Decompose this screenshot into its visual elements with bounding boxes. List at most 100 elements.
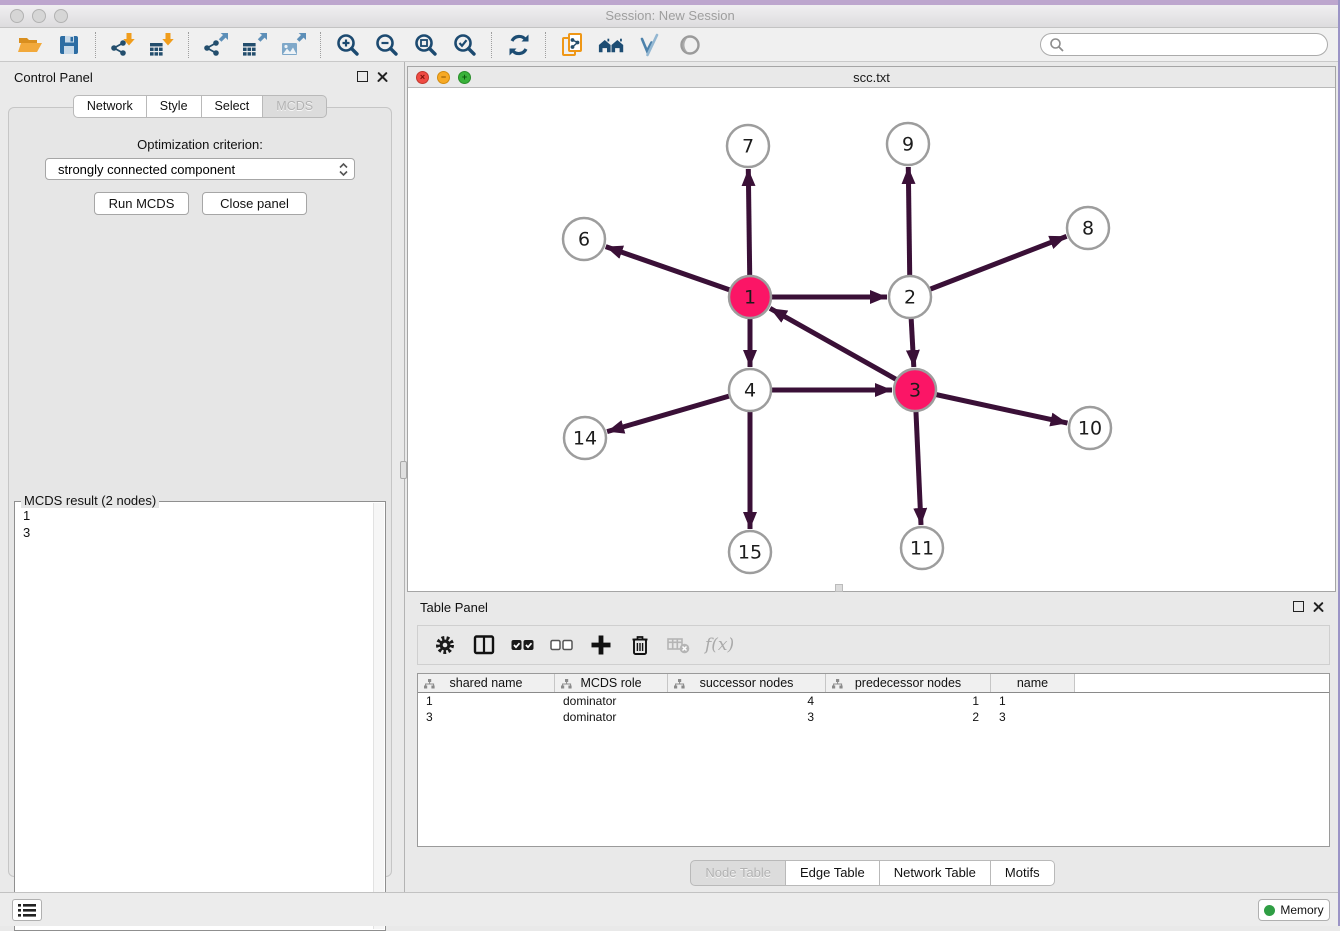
- save-session-icon[interactable]: [55, 31, 82, 58]
- column-header-predecessor-nodes[interactable]: predecessor nodes: [826, 674, 991, 692]
- import-table-icon[interactable]: [148, 31, 175, 58]
- zoom-out-icon[interactable]: [373, 31, 400, 58]
- tab-mcds[interactable]: MCDS: [263, 95, 327, 118]
- window-frame-top: [0, 0, 1340, 5]
- import-network-icon[interactable]: [109, 31, 136, 58]
- column-header-successor-nodes[interactable]: successor nodes: [668, 674, 826, 692]
- home-icon[interactable]: [598, 31, 625, 58]
- float-panel-icon[interactable]: [1293, 601, 1304, 612]
- node-label-3: 3: [909, 380, 921, 402]
- node-label-11: 11: [910, 538, 934, 560]
- column-header-shared-name[interactable]: shared name: [418, 674, 555, 692]
- tab-network[interactable]: Network: [73, 95, 147, 118]
- zoom-selected-icon[interactable]: [451, 31, 478, 58]
- export-table-icon[interactable]: [241, 31, 268, 58]
- divider-grip[interactable]: [400, 461, 407, 479]
- refresh-icon[interactable]: [505, 31, 532, 58]
- tab-motifs[interactable]: Motifs: [991, 860, 1055, 886]
- titlebar: Session: New Session: [0, 5, 1340, 28]
- add-column-icon[interactable]: [588, 633, 614, 657]
- fx-label: f(x): [705, 635, 734, 655]
- deselect-all-icon[interactable]: [549, 633, 575, 657]
- close-panel-icon[interactable]: [377, 71, 388, 82]
- toolbar-separator: [188, 32, 189, 58]
- eye-icon[interactable]: [676, 31, 703, 58]
- memory-label: Memory: [1280, 903, 1323, 917]
- memory-button[interactable]: Memory: [1258, 899, 1330, 921]
- split-panel-icon[interactable]: [471, 633, 497, 657]
- network-overview-icon[interactable]: [559, 31, 586, 58]
- task-list-button[interactable]: [12, 899, 42, 921]
- cell-1-mcds-role[interactable]: dominator: [555, 710, 668, 724]
- node-label-2: 2: [904, 287, 916, 309]
- status-bar: Memory: [0, 892, 1340, 926]
- memory-status-icon: [1264, 905, 1275, 916]
- edge-1-6[interactable]: [606, 247, 750, 297]
- result-scrollbar[interactable]: [373, 503, 384, 929]
- network-window-title: scc.txt: [408, 70, 1335, 85]
- table-panel: Table Panel: [407, 592, 1338, 892]
- cell-0-mcds-role[interactable]: dominator: [555, 694, 668, 708]
- tab-select[interactable]: Select: [202, 95, 264, 118]
- cell-0-successor-nodes[interactable]: 4: [668, 694, 826, 708]
- optimization-criterion-label: Optimization criterion:: [0, 137, 400, 152]
- style-icon[interactable]: [637, 31, 664, 58]
- cell-0-shared-name[interactable]: 1: [418, 694, 555, 708]
- gear-icon[interactable]: [432, 633, 458, 657]
- table-row[interactable]: 3dominator323: [418, 709, 1329, 725]
- export-network-icon[interactable]: [202, 31, 229, 58]
- function-builder-icon[interactable]: f(x): [705, 633, 734, 657]
- window-title: Session: New Session: [0, 8, 1340, 23]
- edge-3-1[interactable]: [770, 308, 915, 390]
- search-field[interactable]: [1040, 33, 1328, 56]
- main-toolbar: [0, 28, 1340, 62]
- mcds-result-title: MCDS result (2 nodes): [21, 493, 159, 508]
- open-session-icon[interactable]: [16, 31, 43, 58]
- network-canvas-svg[interactable]: 1234678910111415: [408, 88, 1335, 591]
- tab-network-table[interactable]: Network Table: [880, 860, 991, 886]
- edge-4-14[interactable]: [607, 390, 750, 432]
- column-header-name[interactable]: name: [991, 674, 1075, 692]
- select-all-icon[interactable]: [510, 633, 536, 657]
- node-label-1: 1: [744, 287, 756, 309]
- search-input[interactable]: [1070, 38, 1319, 52]
- delete-column-icon[interactable]: [627, 633, 653, 657]
- table-toolbar: f(x): [417, 625, 1330, 665]
- node-label-14: 14: [573, 428, 597, 450]
- node-table: shared nameMCDS rolesuccessor nodesprede…: [417, 673, 1330, 847]
- result-line: 1: [23, 507, 30, 524]
- node-label-8: 8: [1082, 218, 1094, 240]
- cell-1-predecessor-nodes[interactable]: 2: [826, 710, 991, 724]
- criterion-select[interactable]: strongly connected component: [45, 158, 355, 180]
- edge-3-10[interactable]: [915, 390, 1068, 423]
- table-row[interactable]: 1dominator411: [418, 693, 1329, 709]
- tab-style[interactable]: Style: [147, 95, 202, 118]
- tab-node-table[interactable]: Node Table: [690, 860, 786, 886]
- app-window: Session: New Session: [0, 0, 1340, 926]
- tab-edge-table[interactable]: Edge Table: [786, 860, 880, 886]
- export-image-icon[interactable]: [280, 31, 307, 58]
- float-panel-icon[interactable]: [357, 71, 368, 82]
- network-window: × − + scc.txt 1234678910111415: [407, 66, 1336, 592]
- cell-1-successor-nodes[interactable]: 3: [668, 710, 826, 724]
- node-label-4: 4: [744, 380, 756, 402]
- edge-2-8[interactable]: [910, 236, 1067, 297]
- cell-1-name[interactable]: 3: [991, 710, 1075, 724]
- cell-0-predecessor-nodes[interactable]: 1: [826, 694, 991, 708]
- close-panel-icon[interactable]: [1313, 601, 1324, 612]
- delete-table-icon[interactable]: [666, 633, 692, 657]
- zoom-in-icon[interactable]: [334, 31, 361, 58]
- close-panel-button[interactable]: Close panel: [202, 192, 307, 215]
- cell-1-shared-name[interactable]: 3: [418, 710, 555, 724]
- toolbar-separator: [545, 32, 546, 58]
- window-resize-grip[interactable]: [835, 584, 843, 592]
- panel-divider[interactable]: [400, 62, 407, 892]
- zoom-fit-icon[interactable]: [412, 31, 439, 58]
- run-mcds-button[interactable]: Run MCDS: [94, 192, 189, 215]
- table-header-row: shared nameMCDS rolesuccessor nodesprede…: [418, 674, 1329, 693]
- result-line: 3: [23, 524, 30, 541]
- node-label-9: 9: [902, 134, 914, 156]
- cell-0-name[interactable]: 1: [991, 694, 1075, 708]
- column-header-mcds-role[interactable]: MCDS role: [555, 674, 668, 692]
- node-label-7: 7: [742, 136, 754, 158]
